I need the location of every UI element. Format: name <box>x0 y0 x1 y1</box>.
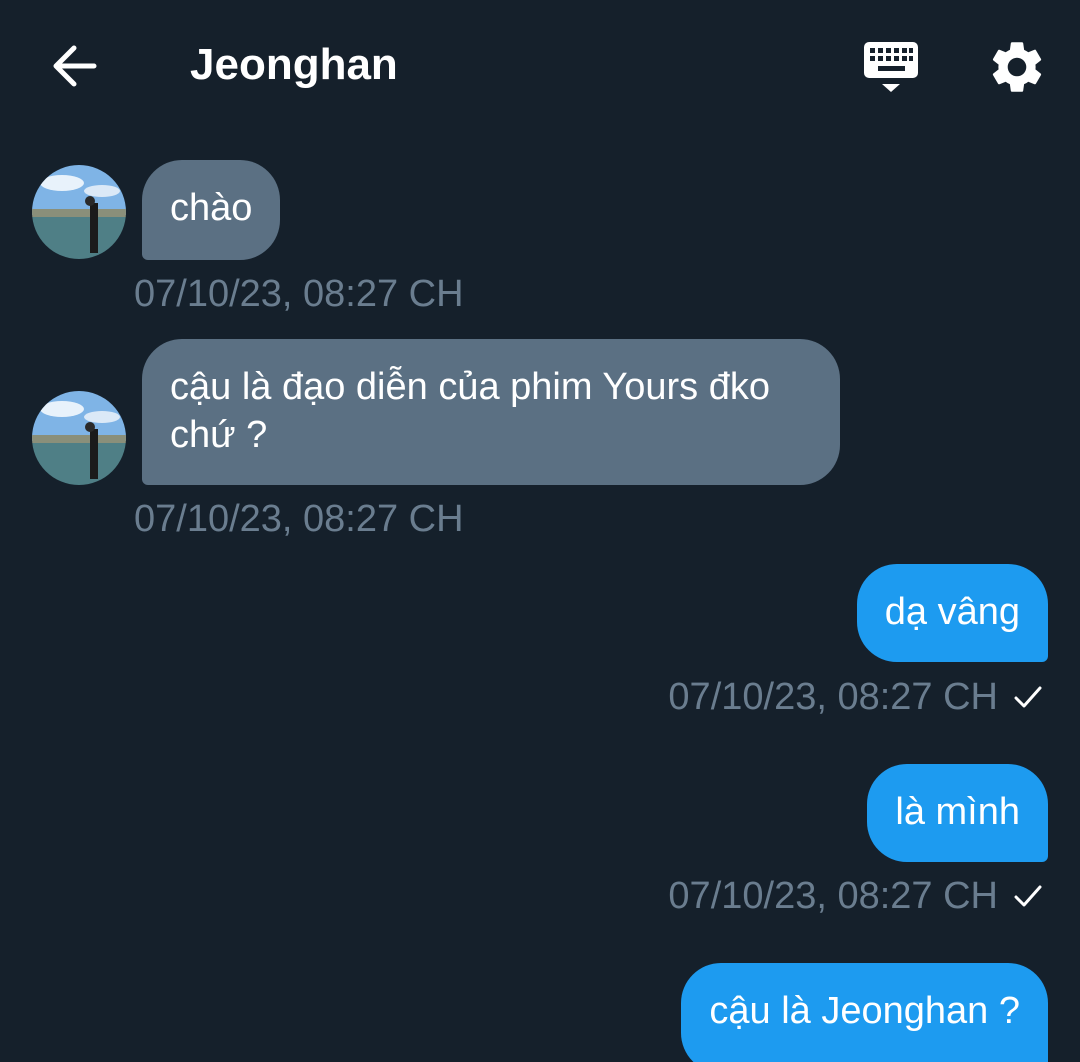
check-icon <box>1014 686 1042 708</box>
message-bubble-outgoing[interactable]: là mình <box>867 764 1048 862</box>
message-timestamp: 07/10/23, 08:27 CH <box>134 498 464 540</box>
message-bubble-incoming[interactable]: chào <box>142 160 281 260</box>
back-button[interactable] <box>46 40 102 92</box>
arrow-left-icon <box>53 45 97 87</box>
message-timestamp: 07/10/23, 08:27 CH <box>668 875 998 917</box>
chat-header: Jeonghan <box>0 0 1080 130</box>
message-meta: 07/10/23, 08:27 CH <box>668 675 1044 719</box>
conversation-title: Jeonghan <box>190 40 398 89</box>
profile-photo <box>32 165 126 259</box>
message-text: chào <box>170 187 253 229</box>
keyboard-icon <box>864 42 918 92</box>
check-icon <box>1014 885 1042 907</box>
settings-button[interactable] <box>986 36 1048 98</box>
message-timestamp: 07/10/23, 08:27 CH <box>134 273 464 315</box>
message-bubble-outgoing[interactable]: cậu là Jeonghan ? <box>681 963 1048 1062</box>
message-bubble-incoming[interactable]: cậu là đạo diễn của phim Yours đko chứ ? <box>142 339 840 485</box>
chat-screen: Jeonghan chào 07/10/23, 08:27 CH cậu là … <box>0 0 1080 1062</box>
message-meta: 07/10/23, 08:27 CH <box>668 874 1044 918</box>
message-text: là mình <box>895 791 1020 833</box>
profile-photo <box>32 391 126 485</box>
message-bubble-outgoing[interactable]: dạ vâng <box>856 564 1048 662</box>
message-timestamp: 07/10/23, 08:27 CH <box>668 676 998 718</box>
message-text: cậu là Jeonghan ? <box>709 990 1020 1032</box>
message-text: dạ vâng <box>884 591 1020 633</box>
gear-icon <box>992 42 1042 92</box>
avatar[interactable] <box>32 391 126 485</box>
message-text: cậu là đạo diễn của phim Yours đko chứ ? <box>170 366 770 456</box>
keyboard-button[interactable] <box>858 36 924 98</box>
avatar[interactable] <box>32 165 126 259</box>
